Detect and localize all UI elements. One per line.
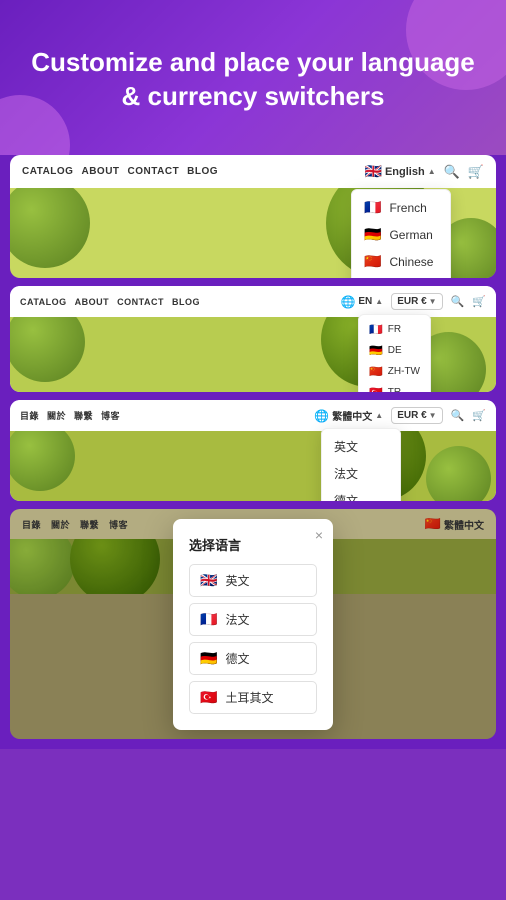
flag-icon-1: 🇬🇧 bbox=[365, 163, 382, 180]
lang-label-3: 繁體中文 bbox=[332, 408, 372, 423]
dropdown-item-turkish-1[interactable]: 🇹🇷 Turkish bbox=[352, 275, 450, 278]
flag-cn-1: 🇨🇳 bbox=[364, 253, 381, 270]
lang-de-2: DE bbox=[388, 345, 402, 356]
lang-label-1: English bbox=[385, 166, 425, 178]
lang-label-2: EN bbox=[358, 296, 372, 307]
flag-icon-2: 🌐 bbox=[340, 295, 355, 309]
modal-option-fr[interactable]: 🇫🇷 法文 bbox=[189, 603, 317, 636]
dropdown-item-fr-2[interactable]: 🇫🇷 FR bbox=[359, 319, 430, 340]
flag-tr-2: 🇹🇷 bbox=[369, 386, 383, 392]
content-area: CATALOG ABOUT CONTACT BLOG 🇬🇧 English ▲ … bbox=[0, 155, 506, 749]
cart-icon-1[interactable]: 🛒 bbox=[468, 164, 484, 180]
nav-about-3[interactable]: 關於 bbox=[47, 409, 66, 422]
modal-lang-fr: 法文 bbox=[225, 611, 249, 628]
dropdown-item-german-1[interactable]: 🇩🇪 German bbox=[352, 221, 450, 248]
chevron-lang-3: ▲ bbox=[375, 411, 383, 420]
flag-zh-2: 🇨🇳 bbox=[369, 365, 383, 378]
banner-title: Customize and place your language & curr… bbox=[24, 46, 482, 114]
lang-fr-2: FR bbox=[388, 324, 401, 335]
language-selector-3[interactable]: 🌐 繁體中文 ▲ bbox=[314, 408, 383, 423]
flag-modal-tr: 🇹🇷 bbox=[200, 689, 217, 706]
chevron-icon-1: ▲ bbox=[428, 167, 436, 176]
search-icon-1[interactable]: 🔍 bbox=[444, 164, 460, 180]
nav-contact-3[interactable]: 聯繫 bbox=[74, 409, 93, 422]
currency-selector-3[interactable]: EUR € ▼ bbox=[391, 407, 442, 424]
language-selector-2[interactable]: 🌐 EN ▲ bbox=[340, 295, 383, 309]
dropdown-item-de-2[interactable]: 🇩🇪 DE bbox=[359, 340, 430, 361]
nav-about-2[interactable]: ABOUT bbox=[75, 297, 110, 307]
lang-fr-3: 法文 bbox=[334, 465, 358, 482]
chevron-lang-2: ▲ bbox=[375, 297, 383, 306]
nav-catalog-1[interactable]: CATALOG bbox=[22, 166, 73, 177]
store-card-4: 目錄 關於 聯繫 博客 🇨🇳 繁體中文 选择语言 × 🇬🇧 英文 bbox=[10, 509, 496, 739]
language-dropdown-1: 🇫🇷 French 🇩🇪 German 🇨🇳 Chinese 🇹🇷 Turkis… bbox=[351, 189, 451, 278]
currency-label-2: EUR € bbox=[397, 296, 426, 307]
modal-overlay-4: 选择语言 × 🇬🇧 英文 🇫🇷 法文 🇩🇪 德文 🇹🇷 土耳其文 bbox=[10, 509, 496, 739]
header-banner: Customize and place your language & curr… bbox=[0, 0, 506, 155]
dropdown-item-tr-2[interactable]: 🇹🇷 TR bbox=[359, 382, 430, 392]
modal-lang-de: 德文 bbox=[225, 650, 249, 667]
store-card-3: 目錄 關於 聯繫 博客 🌐 繁體中文 ▲ EUR € ▼ 🔍 🛒 英文 bbox=[10, 400, 496, 501]
lang-zh-2: ZH-TW bbox=[388, 366, 420, 377]
store-card-2: CATALOG ABOUT CONTACT BLOG 🌐 EN ▲ EUR € … bbox=[10, 286, 496, 392]
dropdown-item-en-3[interactable]: 英文 bbox=[322, 433, 400, 460]
language-dropdown-3: 英文 法文 德文 土耳其文 bbox=[321, 428, 401, 501]
flag-de-1: 🇩🇪 bbox=[364, 226, 381, 243]
modal-lang-tr: 土耳其文 bbox=[225, 689, 273, 706]
dropdown-item-de-3[interactable]: 德文 bbox=[322, 487, 400, 501]
nav-bar-1: CATALOG ABOUT CONTACT BLOG 🇬🇧 English ▲ … bbox=[10, 155, 496, 188]
dropdown-item-fr-3[interactable]: 法文 bbox=[322, 460, 400, 487]
dropdown-item-french-1[interactable]: 🇫🇷 French bbox=[352, 194, 450, 221]
cart-icon-3[interactable]: 🛒 bbox=[472, 409, 486, 422]
lime-background-3 bbox=[10, 431, 496, 501]
modal-option-de[interactable]: 🇩🇪 德文 bbox=[189, 642, 317, 675]
modal-option-en[interactable]: 🇬🇧 英文 bbox=[189, 564, 317, 597]
flag-icon-3: 🌐 bbox=[314, 409, 329, 423]
search-icon-3[interactable]: 🔍 bbox=[451, 409, 465, 422]
nav-bar-2: CATALOG ABOUT CONTACT BLOG 🌐 EN ▲ EUR € … bbox=[10, 286, 496, 317]
lang-german-1: German bbox=[389, 228, 432, 242]
nav-bar-3: 目錄 關於 聯繫 博客 🌐 繁體中文 ▲ EUR € ▼ 🔍 🛒 英文 bbox=[10, 400, 496, 431]
nav-about-1[interactable]: ABOUT bbox=[81, 166, 119, 177]
modal-title: 选择语言 bbox=[189, 535, 317, 554]
cart-icon-2[interactable]: 🛒 bbox=[472, 295, 486, 308]
lang-en-3: 英文 bbox=[334, 438, 358, 455]
store-card-1: CATALOG ABOUT CONTACT BLOG 🇬🇧 English ▲ … bbox=[10, 155, 496, 278]
nav-contact-2[interactable]: CONTACT bbox=[117, 297, 164, 307]
nav-contact-1[interactable]: CONTACT bbox=[128, 166, 180, 177]
flag-modal-de: 🇩🇪 bbox=[200, 650, 217, 667]
lang-tr-2: TR bbox=[388, 387, 401, 392]
flag-modal-en: 🇬🇧 bbox=[200, 572, 217, 589]
nav-blog-2[interactable]: BLOG bbox=[172, 297, 200, 307]
language-dropdown-2: 🇫🇷 FR 🇩🇪 DE 🇨🇳 ZH-TW 🇹🇷 TR bbox=[358, 314, 431, 392]
nav-catalog-3[interactable]: 目錄 bbox=[20, 409, 39, 422]
currency-selector-2[interactable]: EUR € ▼ bbox=[391, 293, 442, 310]
search-icon-2[interactable]: 🔍 bbox=[451, 295, 465, 308]
modal-lang-en: 英文 bbox=[225, 572, 249, 589]
lang-de-3: 德文 bbox=[334, 492, 358, 501]
nav-blog-1[interactable]: BLOG bbox=[187, 166, 218, 177]
flag-modal-fr: 🇫🇷 bbox=[200, 611, 217, 628]
chevron-currency-3: ▼ bbox=[429, 411, 437, 420]
modal-option-tr[interactable]: 🇹🇷 土耳其文 bbox=[189, 681, 317, 714]
lang-chinese-1: Chinese bbox=[389, 255, 433, 269]
dropdown-item-zh-2[interactable]: 🇨🇳 ZH-TW bbox=[359, 361, 430, 382]
lang-french-1: French bbox=[389, 201, 426, 215]
nav-blog-3[interactable]: 博客 bbox=[101, 409, 120, 422]
dropdown-item-chinese-1[interactable]: 🇨🇳 Chinese bbox=[352, 248, 450, 275]
chevron-currency-2: ▼ bbox=[429, 297, 437, 306]
flag-de-2: 🇩🇪 bbox=[369, 344, 383, 357]
flag-fr-1: 🇫🇷 bbox=[364, 199, 381, 216]
nav-catalog-2[interactable]: CATALOG bbox=[20, 297, 67, 307]
modal-close-button[interactable]: × bbox=[315, 527, 323, 543]
language-modal: 选择语言 × 🇬🇧 英文 🇫🇷 法文 🇩🇪 德文 🇹🇷 土耳其文 bbox=[173, 519, 333, 730]
currency-label-3: EUR € bbox=[397, 410, 426, 421]
language-selector-1[interactable]: 🇬🇧 English ▲ bbox=[365, 163, 436, 180]
flag-fr-2: 🇫🇷 bbox=[369, 323, 383, 336]
